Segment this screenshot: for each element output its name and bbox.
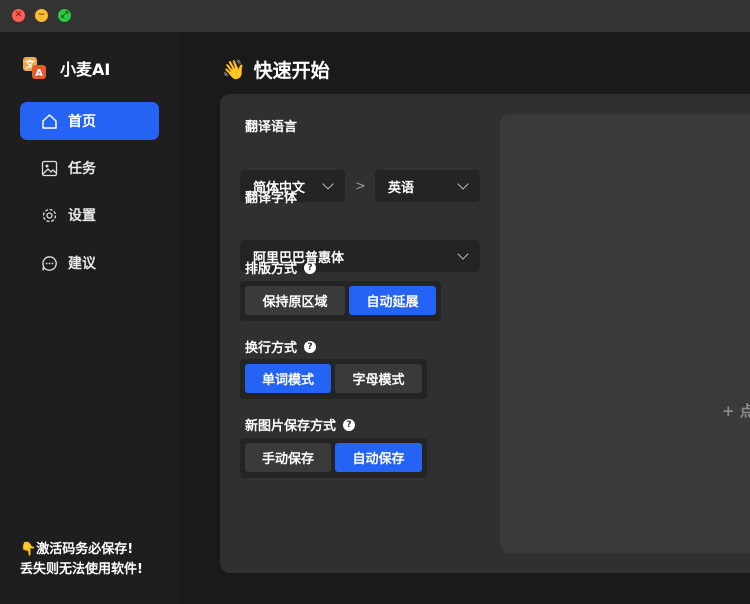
image-icon (40, 159, 58, 177)
window-titlebar: ✕ − ⤢ (0, 0, 750, 32)
dropzone-hint: + 点 (722, 402, 750, 420)
sidebar-item-label: 设置 (68, 208, 96, 224)
translate-font-label: 翻译字体 (245, 191, 298, 206)
warning-line-1: 激活码务必保存! (36, 542, 134, 557)
chevron-down-icon (322, 178, 334, 190)
page-title-text: 快速开始 (253, 60, 330, 82)
chevron-down-icon (457, 178, 469, 190)
sidebar-item-tasks[interactable]: 任务 (20, 149, 159, 187)
save-mode-toggle: 手动保存 自动保存 (240, 438, 427, 478)
auto-extend-button[interactable]: 自动延展 (349, 286, 436, 315)
auto-save-button[interactable]: 自动保存 (335, 443, 422, 472)
image-dropzone[interactable]: + 点 (500, 114, 750, 553)
main-panel: 👋 快速开始 翻译语言 简体中文 > 英语 翻译字体 阿里巴巴普惠体 排版方式 … (180, 32, 750, 604)
letter-mode-button[interactable]: 字母模式 (335, 364, 422, 393)
close-window-button[interactable]: ✕ (12, 9, 25, 22)
help-icon[interactable]: ? (343, 418, 356, 431)
brand: 文 A 小麦AI (22, 55, 110, 81)
activation-warning: 👇激活码务必保存! 丢失则无法使用软件! (20, 540, 143, 580)
help-icon[interactable]: ? (304, 261, 317, 274)
sidebar-item-label: 建议 (68, 256, 96, 272)
wrap-mode-label: 换行方式 ? (245, 337, 317, 356)
quick-start-card: 翻译语言 简体中文 > 英语 翻译字体 阿里巴巴普惠体 排版方式 ? 保持原区域… (220, 94, 750, 573)
minimize-window-button[interactable]: − (35, 9, 48, 22)
chevron-down-icon (457, 248, 469, 260)
sidebar-item-home[interactable]: 首页 (20, 102, 159, 140)
maximize-window-button[interactable]: ⤢ (58, 9, 71, 22)
help-icon[interactable]: ? (304, 340, 317, 353)
close-icon: ✕ (14, 10, 23, 20)
warning-line-2: 丢失则无法使用软件! (20, 562, 143, 577)
target-language-select[interactable]: 英语 (375, 170, 480, 202)
sidebar-item-settings[interactable]: 设置 (20, 196, 159, 234)
pointing-down-icon: 👇 (20, 542, 37, 557)
gear-icon (40, 206, 58, 224)
maximize-icon: ⤢ (60, 10, 69, 20)
home-icon (40, 112, 58, 130)
layout-mode-toggle: 保持原区域 自动延展 (240, 281, 441, 321)
sidebar-item-feedback[interactable]: 建议 (20, 244, 159, 282)
save-mode-label: 新图片保存方式 ? (245, 415, 356, 434)
sidebar-item-label: 首页 (68, 114, 96, 130)
keep-original-area-button[interactable]: 保持原区域 (245, 286, 345, 315)
layout-mode-label: 排版方式 ? (245, 258, 317, 277)
brand-name: 小麦AI (60, 60, 111, 79)
wrap-mode-toggle: 单词模式 字母模式 (240, 359, 427, 399)
target-language-value: 英语 (388, 180, 415, 196)
sidebar: 文 A 小麦AI 首页 任务 设置 建议 👇激活码务必保存! 丢失则无法使用软件… (0, 32, 180, 604)
minimize-icon: − (37, 10, 46, 20)
waving-hand-icon: 👋 (222, 59, 246, 81)
chat-icon (40, 254, 58, 272)
sidebar-item-label: 任务 (68, 161, 96, 177)
language-arrow: > (355, 179, 366, 194)
page-title: 👋 快速开始 (222, 56, 330, 83)
translate-icon: 文 A (22, 55, 48, 81)
translate-language-label: 翻译语言 (245, 120, 298, 135)
manual-save-button[interactable]: 手动保存 (245, 443, 331, 472)
word-mode-button[interactable]: 单词模式 (245, 364, 331, 393)
svg-text:A: A (35, 68, 43, 79)
